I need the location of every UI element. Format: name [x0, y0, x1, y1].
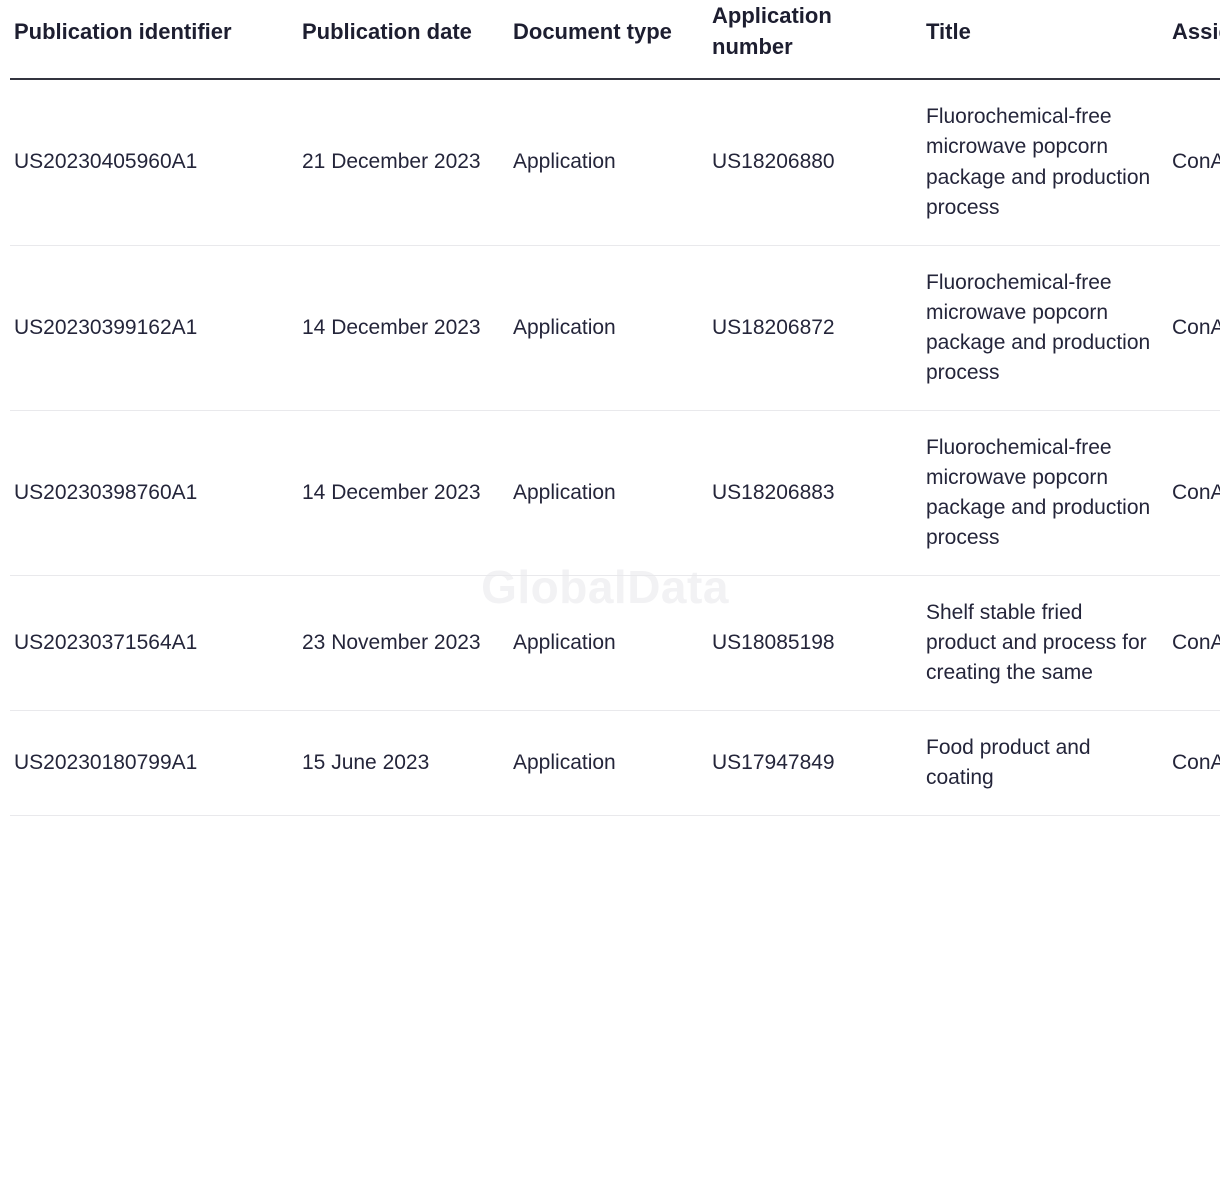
publication-identifier-value: US20230399162A1: [14, 315, 198, 339]
publication-date-value: 14 December 2023: [302, 480, 481, 504]
cell-publication-date: 15 June 2023: [298, 710, 509, 816]
document-type-value: Application: [513, 750, 616, 774]
cell-publication-identifier: US20230405960A1: [10, 79, 298, 246]
table-header: Publication identifier Publication date …: [10, 0, 1220, 81]
column-header-application-number[interactable]: Application number: [708, 0, 922, 81]
assignee-value: ConAgra Foods RDM Inc: [1172, 315, 1220, 339]
patent-table-page: GlobalData Publication identifier Public…: [0, 0, 1220, 1190]
cell-publication-date: 23 November 2023: [298, 575, 509, 711]
publication-identifier-value: US20230180799A1: [14, 750, 198, 774]
cell-assignee: ConAgra Foods RDM Inc: [1168, 410, 1220, 576]
title-value: Fluorochemical-free microwave popcorn pa…: [926, 105, 1151, 219]
title-value: Fluorochemical-free microwave popcorn pa…: [926, 270, 1151, 384]
cell-application-number: US18085198: [708, 575, 922, 711]
table-row[interactable]: US20230180799A1 15 June 2023 Application…: [10, 710, 1220, 816]
assignee-value: ConAgra Foods RDM Inc: [1172, 630, 1220, 654]
assignee-value: ConAgra Foods RDM Inc: [1172, 150, 1220, 174]
column-header-document-type[interactable]: Document type: [509, 0, 708, 81]
publication-identifier-value: US20230398760A1: [14, 480, 198, 504]
cell-document-type: Application: [509, 710, 708, 816]
document-type-value: Application: [513, 150, 616, 174]
column-header-title[interactable]: Title: [922, 0, 1168, 81]
publication-date-value: 21 December 2023: [302, 150, 481, 174]
cell-application-number: US18206883: [708, 410, 922, 576]
cell-document-type: Application: [509, 245, 708, 411]
table-header-row: Publication identifier Publication date …: [10, 0, 1220, 81]
document-type-value: Application: [513, 315, 616, 339]
cell-title: Shelf stable fried product and process f…: [922, 575, 1168, 711]
publication-date-value: 15 June 2023: [302, 750, 430, 774]
publication-date-value: 23 November 2023: [302, 630, 481, 654]
cell-application-number: US18206872: [708, 245, 922, 411]
table-row[interactable]: US20230371564A1 23 November 2023 Applica…: [10, 575, 1220, 711]
cell-document-type: Application: [509, 410, 708, 576]
cell-publication-date: 14 December 2023: [298, 245, 509, 411]
assignee-value: ConAgra Foods RDM Inc: [1172, 480, 1220, 504]
cell-publication-identifier: US20230399162A1: [10, 245, 298, 411]
cell-publication-date: 14 December 2023: [298, 410, 509, 576]
cell-publication-identifier: US20230398760A1: [10, 410, 298, 576]
cell-assignee: ConAgra Foods RDM Inc: [1168, 710, 1220, 816]
application-number-value: US17947849: [712, 750, 835, 774]
cell-application-number: US18206880: [708, 79, 922, 246]
cell-title: Food product and coating: [922, 710, 1168, 816]
cell-title: Fluorochemical-free microwave popcorn pa…: [922, 79, 1168, 246]
application-number-value: US18085198: [712, 630, 835, 654]
publication-date-value: 14 December 2023: [302, 315, 481, 339]
cell-document-type: Application: [509, 575, 708, 711]
title-value: Fluorochemical-free microwave popcorn pa…: [926, 435, 1151, 549]
table-container: Publication identifier Publication date …: [0, 0, 1220, 816]
cell-assignee: ConAgra Foods RDM Inc: [1168, 245, 1220, 411]
document-type-value: Application: [513, 630, 616, 654]
table-row[interactable]: US20230405960A1 21 December 2023 Applica…: [10, 79, 1220, 246]
cell-publication-date: 21 December 2023: [298, 79, 509, 246]
cell-assignee: ConAgra Foods RDM Inc: [1168, 79, 1220, 246]
publication-identifier-value: US20230371564A1: [14, 630, 198, 654]
column-header-assignee[interactable]: Assignee: [1168, 0, 1220, 81]
application-number-value: US18206872: [712, 315, 835, 339]
application-number-value: US18206880: [712, 150, 835, 174]
application-number-value: US18206883: [712, 480, 835, 504]
cell-application-number: US17947849: [708, 710, 922, 816]
column-header-publication-identifier[interactable]: Publication identifier: [10, 0, 298, 81]
table-row[interactable]: US20230398760A1 14 December 2023 Applica…: [10, 410, 1220, 576]
document-type-value: Application: [513, 480, 616, 504]
publication-identifier-value: US20230405960A1: [14, 150, 198, 174]
patent-publications-table: Publication identifier Publication date …: [10, 0, 1220, 816]
cell-publication-identifier: US20230180799A1: [10, 710, 298, 816]
assignee-value: ConAgra Foods RDM Inc: [1172, 750, 1220, 774]
title-value: Shelf stable fried product and process f…: [926, 600, 1147, 684]
table-row[interactable]: US20230399162A1 14 December 2023 Applica…: [10, 245, 1220, 411]
cell-title: Fluorochemical-free microwave popcorn pa…: [922, 410, 1168, 576]
title-value: Food product and coating: [926, 735, 1091, 789]
cell-assignee: ConAgra Foods RDM Inc: [1168, 575, 1220, 711]
table-body: US20230405960A1 21 December 2023 Applica…: [10, 79, 1220, 816]
cell-title: Fluorochemical-free microwave popcorn pa…: [922, 245, 1168, 411]
column-header-publication-date[interactable]: Publication date: [298, 0, 509, 81]
cell-document-type: Application: [509, 79, 708, 246]
cell-publication-identifier: US20230371564A1: [10, 575, 298, 711]
